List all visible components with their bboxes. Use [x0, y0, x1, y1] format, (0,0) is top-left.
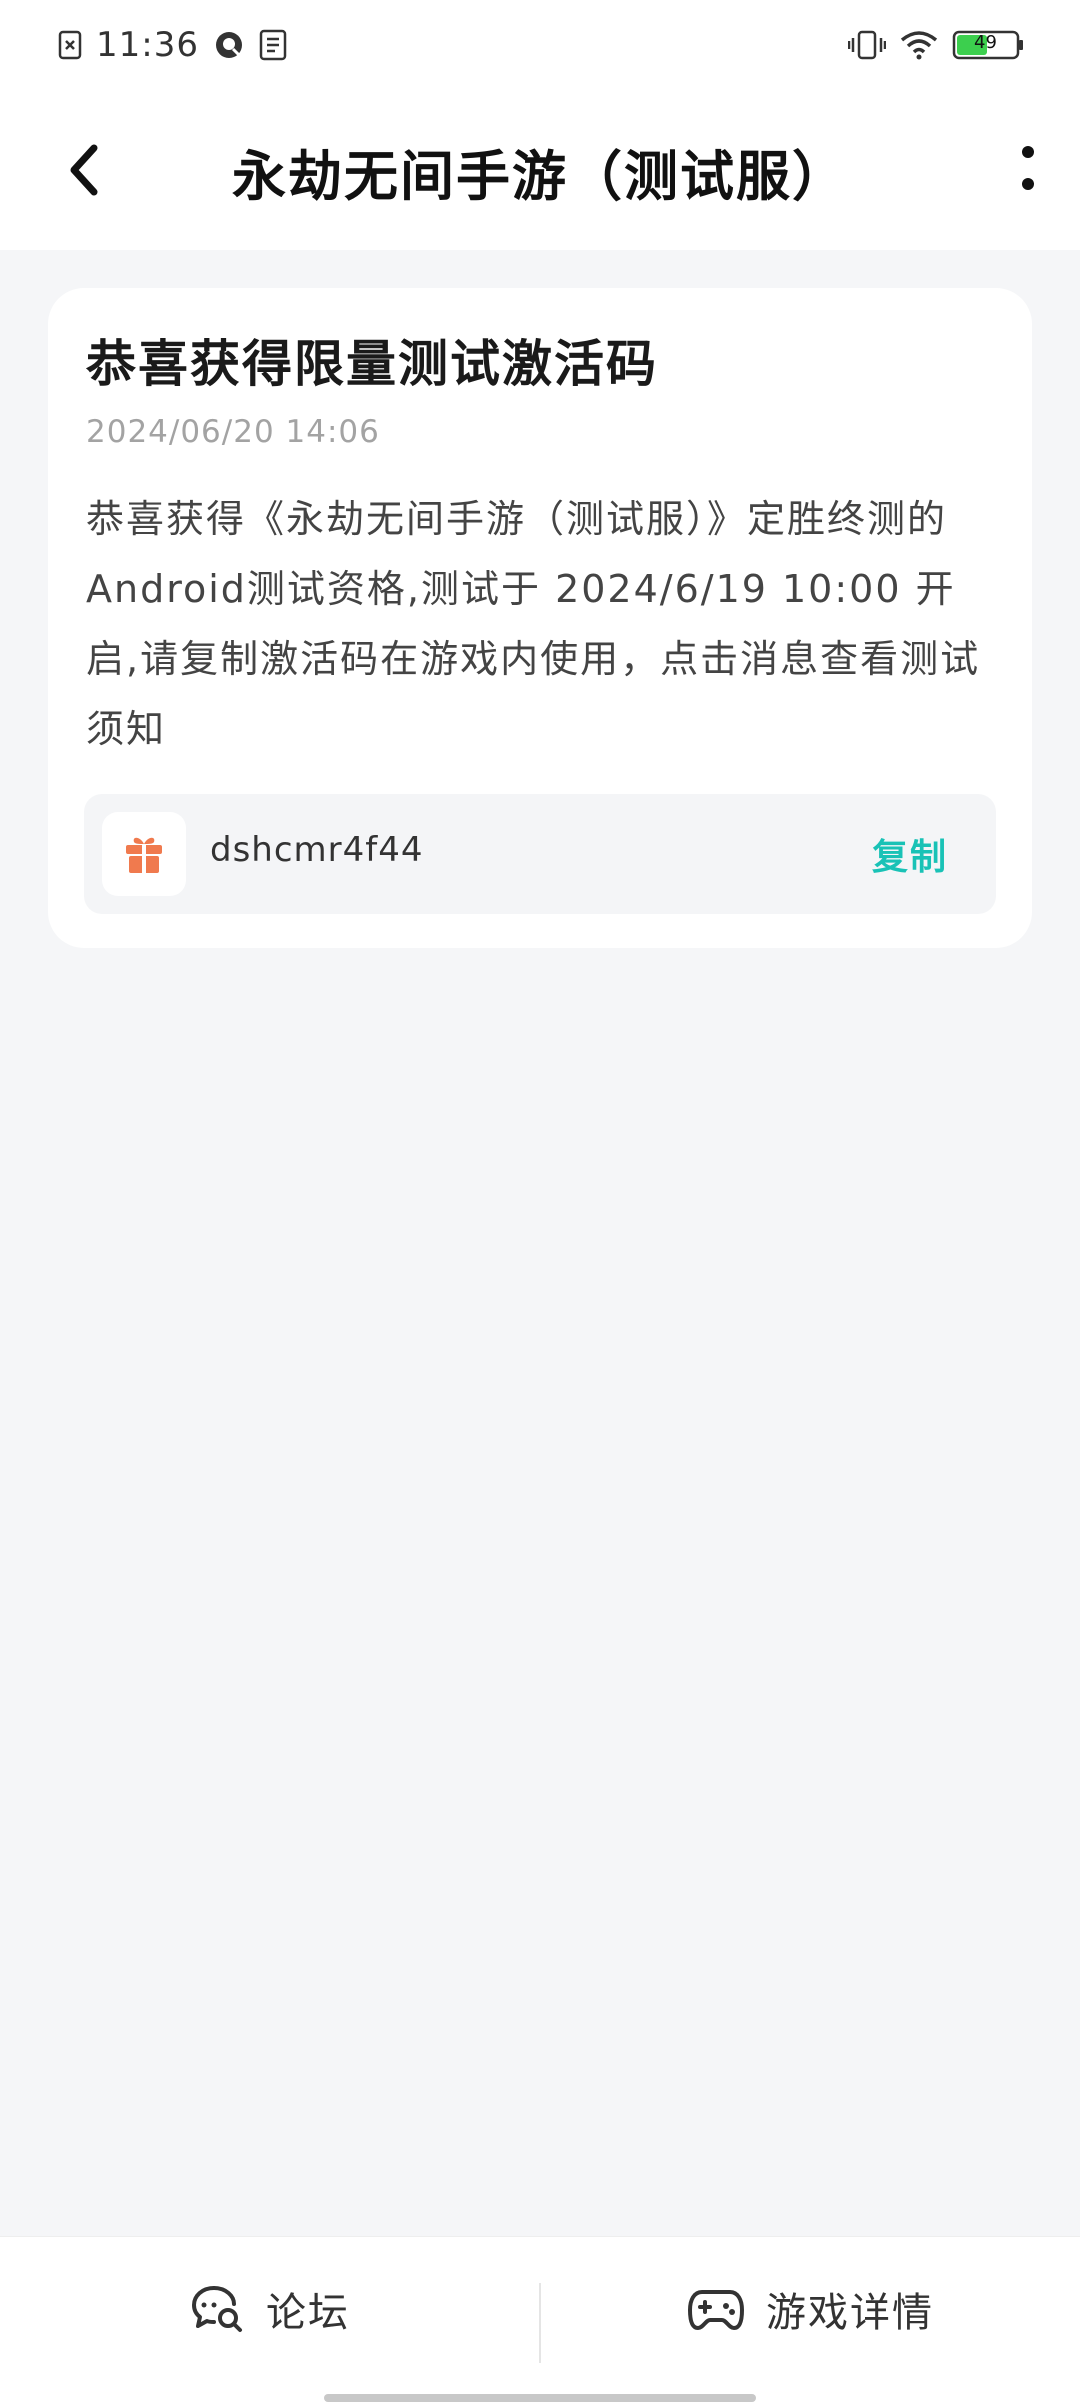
message-title: 恭喜获得限量测试激活码 [86, 335, 658, 393]
gift-icon [126, 837, 162, 873]
gamepad-icon [688, 2290, 744, 2330]
page: 11:36 49 永劫无间手游（测试服） 恭喜获得限量测试激活码 2024/06… [0, 0, 1080, 2408]
more-vertical-icon [1022, 146, 1034, 190]
message-body: 恭喜获得《永劫无间手游（测试服）》定胜终测的Android测试资格,测试于 20… [86, 497, 981, 751]
document-icon [259, 29, 287, 61]
message-card[interactable]: 恭喜获得限量测试激活码 2024/06/20 14:06 恭喜获得《永劫无间手游… [48, 288, 1032, 948]
forum-tab[interactable]: 论坛 [190, 2269, 350, 2349]
bottom-nav: 论坛 游戏详情 [0, 2236, 1080, 2408]
game-detail-label: 游戏详情 [766, 2290, 934, 2336]
copy-button[interactable]: 复制 [872, 828, 948, 880]
status-time: 11:36 [96, 25, 199, 65]
more-button[interactable] [998, 130, 1058, 210]
battery-level: 49 [974, 32, 997, 53]
nav-divider [539, 2283, 541, 2363]
activation-code-box: dshcmr4f44 复制 [84, 794, 996, 914]
chat-search-icon [192, 2286, 242, 2332]
page-title: 永劫无间手游（测试服） [232, 145, 848, 208]
app-header: 永劫无间手游（测试服） [0, 90, 1080, 250]
vibrate-icon [848, 30, 886, 60]
gift-icon-wrap [102, 812, 186, 896]
status-bar-left: 11:36 [58, 25, 287, 65]
activation-code: dshcmr4f44 [210, 830, 424, 870]
battery-icon: 49 [952, 29, 1024, 61]
wifi-icon [900, 30, 938, 60]
home-indicator[interactable] [324, 2394, 756, 2402]
status-bar: 11:36 49 [0, 0, 1080, 90]
qq-icon [213, 29, 245, 61]
status-bar-right: 49 [848, 29, 1024, 61]
message-timestamp: 2024/06/20 14:06 [86, 414, 380, 450]
game-detail-tab[interactable]: 游戏详情 [688, 2269, 934, 2349]
notification-x-icon [58, 30, 82, 60]
forum-label: 论坛 [266, 2290, 350, 2336]
